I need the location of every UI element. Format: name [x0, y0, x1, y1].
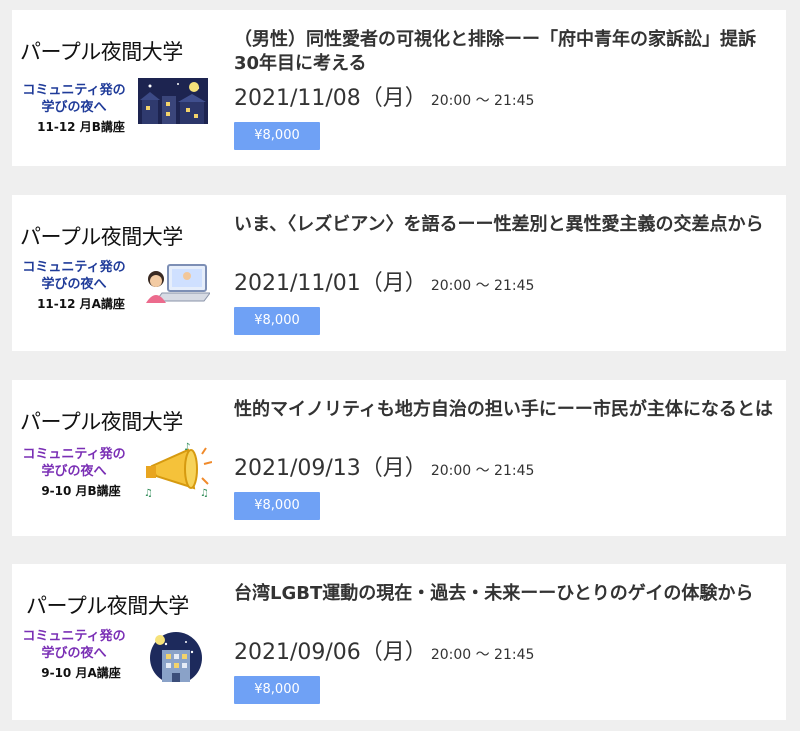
thumbnail-title: パープル夜間大学	[20, 225, 183, 249]
event-date: 2021/09/06（月）	[234, 640, 427, 665]
event-thumbnail[interactable]: パープル夜間大学 コミュニティ発の 学びの夜へ 11-12 月A講座	[12, 205, 222, 341]
thumbnail-subtitle: コミュニティ発の 学びの夜へ	[22, 629, 126, 661]
thumbnail-course-code: 11-12 月A講座	[37, 297, 125, 311]
event-thumbnail[interactable]: パープル夜間大学 コミュニティ発の 学びの夜へ 9-10 月A講座	[12, 574, 222, 710]
price-badge[interactable]: ¥8,000	[234, 307, 320, 335]
event-datetime: 2021/09/06（月） 20:00 〜 21:45	[234, 634, 534, 666]
thumbnail-title: パープル夜間大学	[26, 594, 189, 618]
event-title[interactable]: 台湾LGBT運動の現在・過去・未来ーーひとりのゲイの体験から	[234, 582, 779, 606]
event-title[interactable]: 性的マイノリティも地方自治の担い手にーー市民が主体になるとは	[234, 398, 779, 422]
night-building-icon	[150, 632, 202, 682]
event-card[interactable]: パープル夜間大学 コミュニティ発の 学びの夜へ 11-12 月A講座 いま、〈レ…	[12, 195, 786, 351]
price-badge[interactable]: ¥8,000	[234, 676, 320, 704]
event-thumbnail[interactable]: パープル夜間大学 コミュニティ発の 学びの夜へ 11-12 月B講座	[12, 20, 222, 156]
svg-text:♪: ♪	[184, 442, 190, 453]
event-card[interactable]: パープル夜間大学 コミュニティ発の 学びの夜へ 9-10 月B講座 ♪ ♫ ♫ …	[12, 380, 786, 536]
thumbnail-subtitle: コミュニティ発の 学びの夜へ	[22, 447, 126, 479]
night-town-icon	[138, 78, 208, 124]
event-title[interactable]: （男性）同性愛者の可視化と排除ーー「府中青年の家訴訟」提訴30年目に考える	[234, 28, 779, 76]
megaphone-icon: ♪ ♫ ♫	[144, 442, 212, 498]
event-time: 20:00 〜 21:45	[430, 278, 535, 294]
event-datetime: 2021/11/01（月） 20:00 〜 21:45	[234, 265, 534, 297]
event-datetime: 2021/11/08（月） 20:00 〜 21:45	[234, 80, 534, 112]
event-date: 2021/11/01（月）	[234, 271, 427, 296]
svg-text:♫: ♫	[200, 488, 209, 498]
event-card[interactable]: パープル夜間大学 コミュニティ発の 学びの夜へ 11-12 月B講座 （男性）同…	[12, 10, 786, 166]
price-badge[interactable]: ¥8,000	[234, 122, 320, 150]
thumbnail-title: パープル夜間大学	[20, 410, 183, 434]
event-time: 20:00 〜 21:45	[430, 463, 535, 479]
event-thumbnail[interactable]: パープル夜間大学 コミュニティ発の 学びの夜へ 9-10 月B講座 ♪ ♫ ♫	[12, 390, 222, 526]
thumbnail-course-code: 11-12 月B講座	[37, 120, 125, 134]
svg-text:♫: ♫	[144, 488, 153, 498]
event-time: 20:00 〜 21:45	[430, 93, 535, 109]
online-lecture-icon	[146, 264, 210, 303]
event-date: 2021/09/13（月）	[234, 456, 427, 481]
event-time: 20:00 〜 21:45	[430, 647, 535, 663]
event-card[interactable]: パープル夜間大学 コミュニティ発の 学びの夜へ 9-10 月A講座 台湾LGBT…	[12, 564, 786, 720]
thumbnail-title: パープル夜間大学	[20, 40, 183, 64]
thumbnail-subtitle: コミュニティ発の 学びの夜へ	[22, 260, 126, 292]
price-badge[interactable]: ¥8,000	[234, 492, 320, 520]
thumbnail-subtitle: コミュニティ発の 学びの夜へ	[22, 83, 126, 115]
event-title[interactable]: いま、〈レズビアン〉を語るーー性差別と異性愛主義の交差点から	[234, 213, 779, 237]
event-list: パープル夜間大学 コミュニティ発の 学びの夜へ 11-12 月B講座 （男性）同…	[0, 0, 800, 731]
event-date: 2021/11/08（月）	[234, 86, 427, 111]
thumbnail-course-code: 9-10 月A講座	[41, 666, 121, 680]
event-datetime: 2021/09/13（月） 20:00 〜 21:45	[234, 450, 534, 482]
thumbnail-course-code: 9-10 月B講座	[41, 484, 121, 498]
